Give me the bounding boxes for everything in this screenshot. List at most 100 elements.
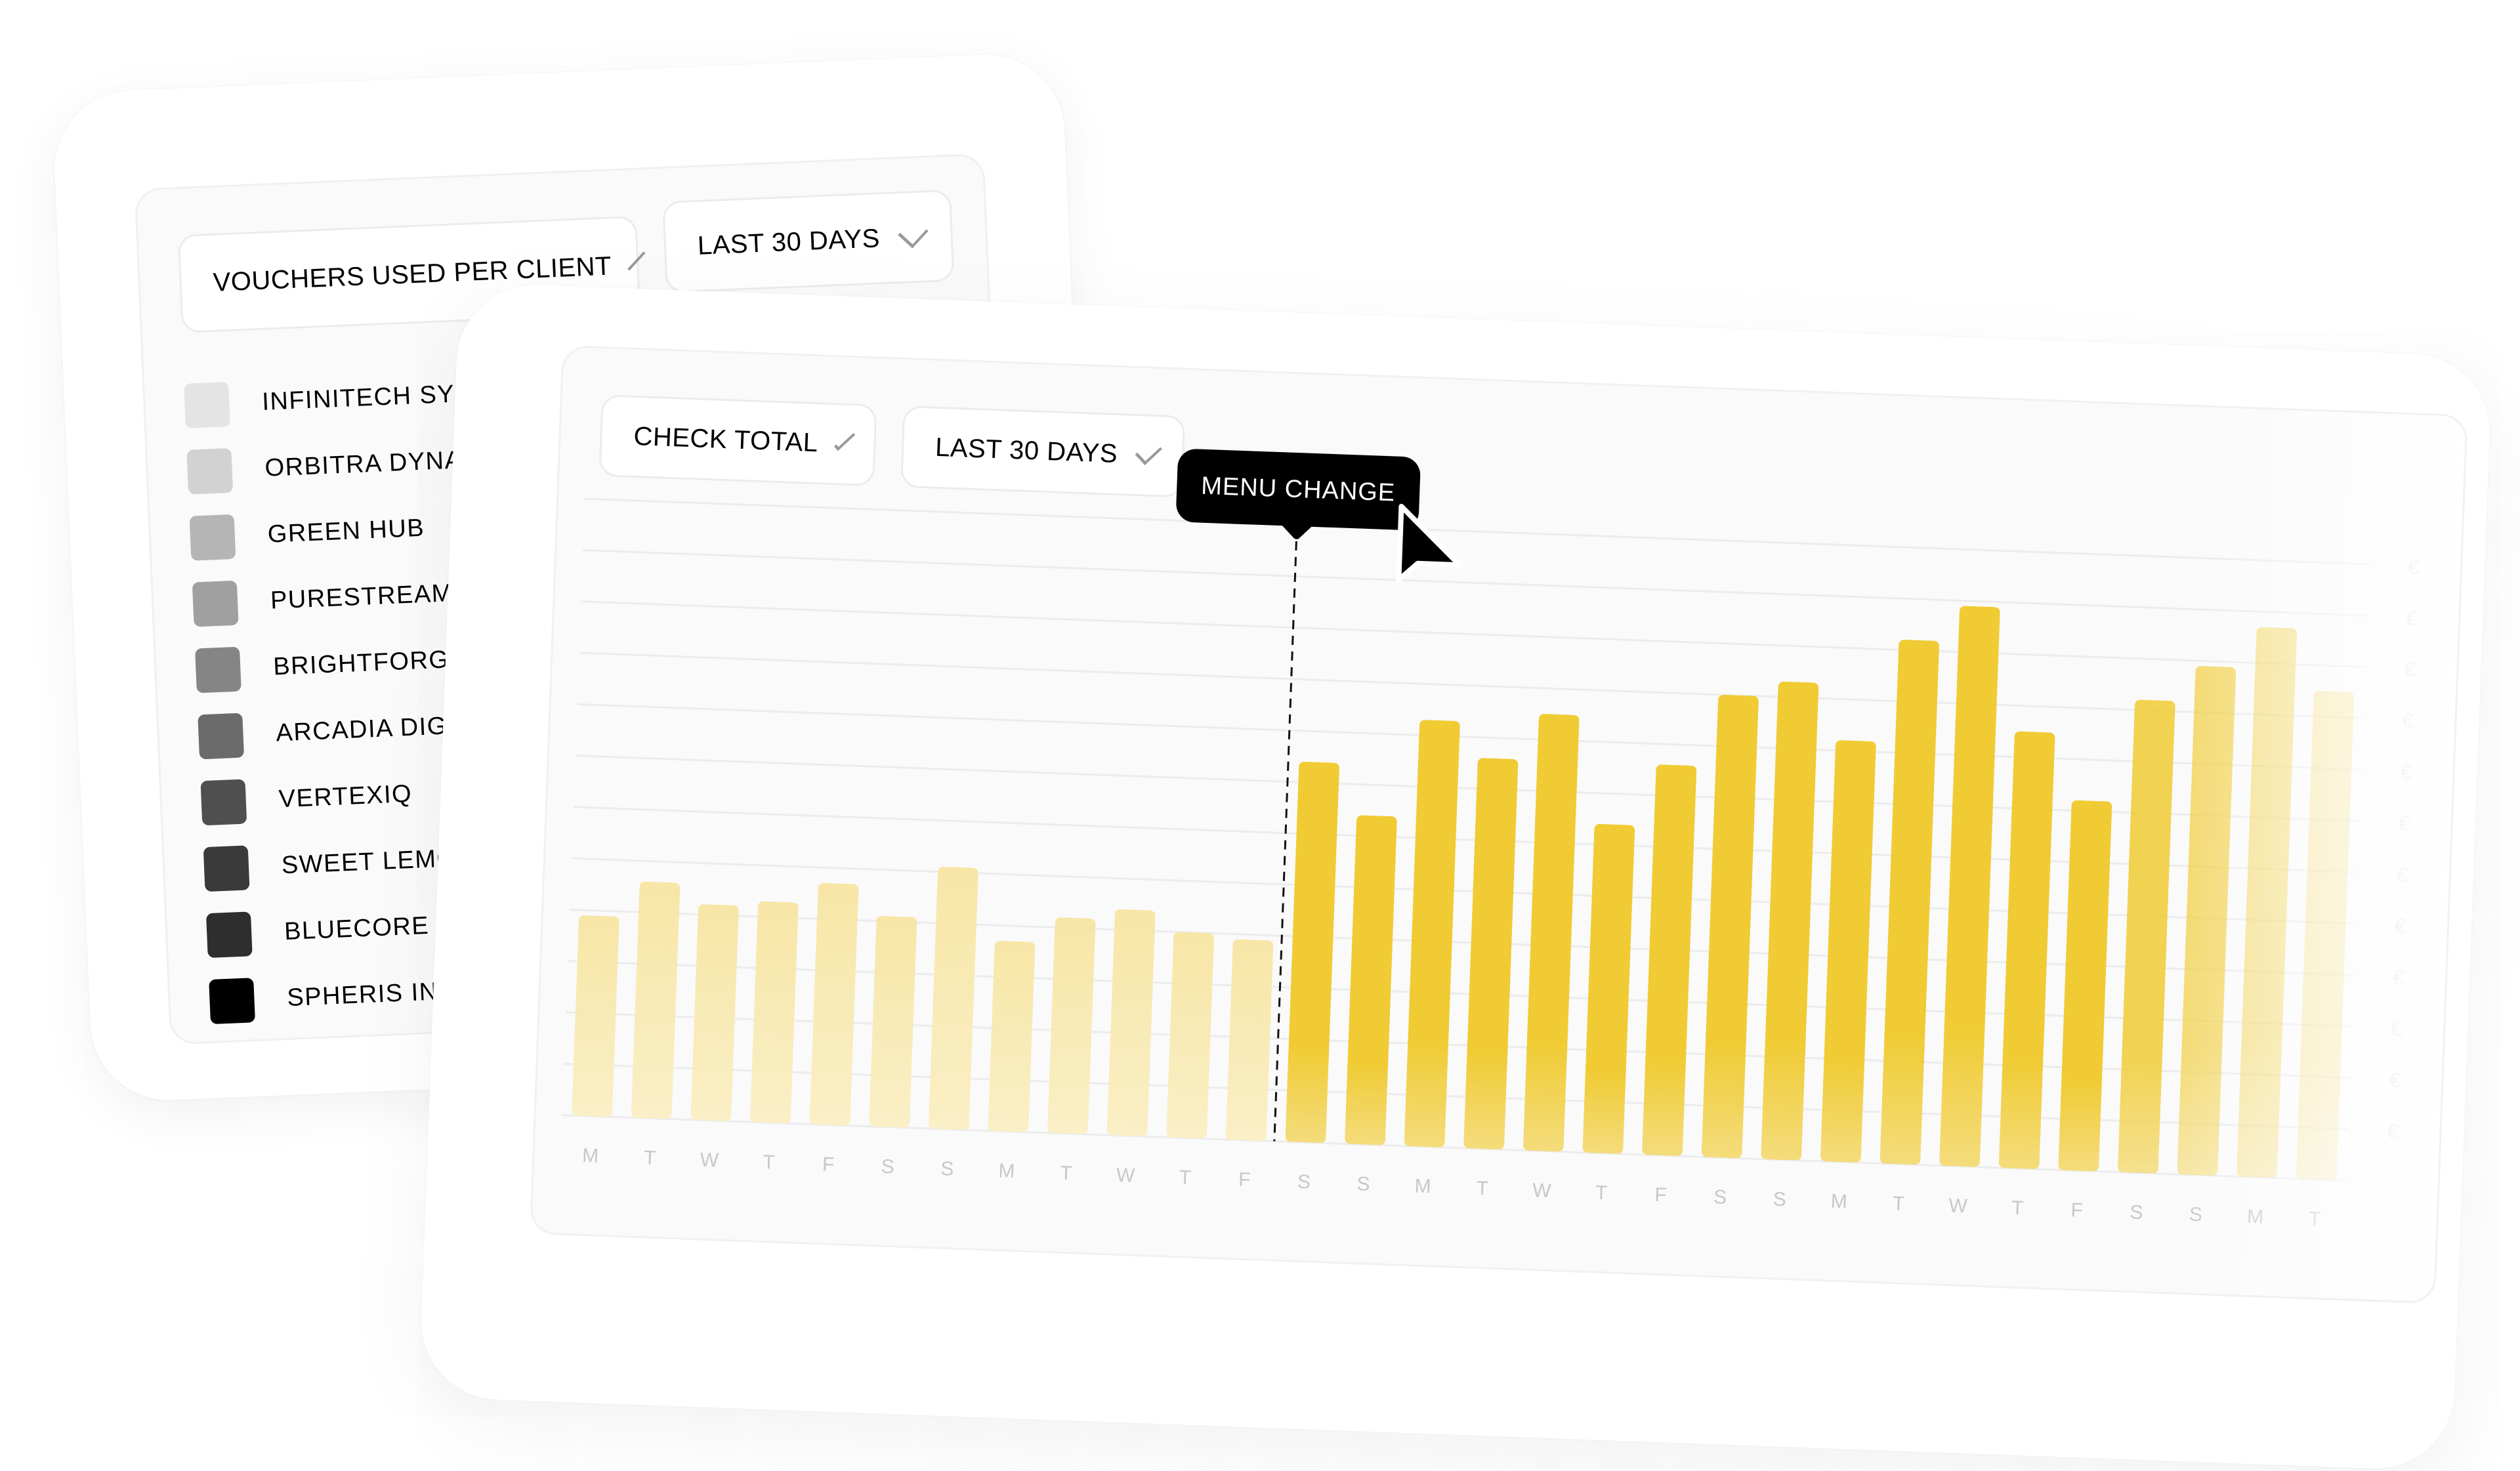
grid-line xyxy=(581,600,2365,668)
legend-swatch xyxy=(200,778,247,825)
x-tick-label: S xyxy=(940,1158,954,1180)
x-tick-label: F xyxy=(1238,1169,1251,1191)
x-tick-label: W xyxy=(1948,1195,1968,1217)
y-tick-label: € xyxy=(2398,812,2410,836)
legend-swatch xyxy=(209,977,255,1024)
y-tick-label: € xyxy=(2407,554,2420,579)
mouse-pointer-icon xyxy=(1396,503,1463,583)
bar-17[interactable] xyxy=(1523,714,1580,1152)
bar-6[interactable] xyxy=(869,916,917,1128)
y-tick-label: € xyxy=(2402,709,2414,733)
legend-swatch xyxy=(186,447,234,495)
x-tick-label: T xyxy=(1476,1178,1489,1200)
bar-2[interactable] xyxy=(631,881,681,1119)
x-tick-label: S xyxy=(1713,1186,1727,1209)
x-tick-label: T xyxy=(644,1147,657,1169)
bar-29[interactable] xyxy=(2236,627,2298,1178)
x-tick-label: M xyxy=(2247,1206,2264,1228)
legend-swatch xyxy=(195,646,242,693)
bar-3[interactable] xyxy=(690,904,739,1121)
x-tick-label: T xyxy=(2308,1208,2321,1230)
tooltip-label: MENU CHANGE xyxy=(1200,472,1396,507)
x-tick-label: W xyxy=(1532,1180,1552,1202)
x-tick-label: M xyxy=(1830,1191,1847,1213)
bar-10[interactable] xyxy=(1106,909,1156,1137)
legend-swatch xyxy=(205,911,253,958)
x-tick-label: S xyxy=(1773,1188,1786,1211)
check-total-panel: € € € € € € € € € € € € M T W T F S S M T W T F S S M T W T F S S M T W T F S S… xyxy=(529,344,2468,1304)
check-total-range-label: LAST 30 DAYS xyxy=(934,432,1118,468)
bar-20[interactable] xyxy=(1701,695,1759,1159)
bar-19[interactable] xyxy=(1642,764,1697,1156)
x-tick-label: T xyxy=(1179,1167,1192,1189)
grid-line xyxy=(583,549,2367,617)
y-tick-label: € xyxy=(2393,965,2405,989)
vouchers-range-dropdown[interactable]: LAST 30 DAYS xyxy=(662,189,955,293)
bar-30[interactable] xyxy=(2296,691,2355,1180)
y-tick-label: € xyxy=(2396,863,2408,887)
grid-line xyxy=(577,703,2361,771)
bar-16[interactable] xyxy=(1463,758,1519,1150)
bar-13[interactable] xyxy=(1285,762,1339,1144)
chevron-down-icon xyxy=(1135,438,1162,465)
x-tick-label: F xyxy=(2070,1199,2084,1222)
vouchers-range-label: LAST 30 DAYS xyxy=(697,223,881,260)
x-tick-label: F xyxy=(822,1153,835,1176)
check-total-metric-label: CHECK TOTAL xyxy=(633,421,819,458)
legend-swatch xyxy=(189,514,236,561)
x-tick-label: S xyxy=(1356,1173,1370,1195)
bar-18[interactable] xyxy=(1582,823,1635,1154)
y-tick-label: € xyxy=(2387,1119,2399,1144)
grid-line xyxy=(584,497,2369,566)
x-tick-label: W xyxy=(700,1149,719,1171)
x-tick-label: M xyxy=(998,1160,1015,1182)
grid-line xyxy=(579,652,2363,720)
legend-label: GREEN HUB xyxy=(266,514,425,549)
x-tick-label: S xyxy=(881,1155,894,1178)
x-tick-label: S xyxy=(2189,1204,2202,1226)
x-tick-label: M xyxy=(1414,1175,1431,1197)
y-tick-label: € xyxy=(2400,760,2412,784)
y-tick-label: € xyxy=(2406,606,2418,630)
chevron-down-icon xyxy=(627,251,646,271)
check-total-metric-dropdown[interactable]: CHECK TOTAL xyxy=(598,394,877,487)
y-tick-label: € xyxy=(2391,1017,2403,1041)
bar-1[interactable] xyxy=(572,915,620,1117)
chevron-down-icon xyxy=(833,430,856,451)
y-tick-label: € xyxy=(2389,1068,2401,1092)
bar-9[interactable] xyxy=(1047,917,1096,1134)
x-tick-label: T xyxy=(1595,1182,1608,1204)
bar-28[interactable] xyxy=(2177,666,2236,1176)
x-tick-label: M xyxy=(582,1145,599,1167)
bar-21[interactable] xyxy=(1761,681,1819,1161)
check-total-range-dropdown[interactable]: LAST 30 DAYS xyxy=(900,405,1186,498)
legend-swatch xyxy=(184,381,230,428)
check-total-card: € € € € € € € € € € € € M T W T F S S M T W T F S S M T W T F S S M T W T F S S… xyxy=(418,282,2492,1471)
bar-8[interactable] xyxy=(988,941,1036,1132)
bar-15[interactable] xyxy=(1404,720,1460,1148)
bar-27[interactable] xyxy=(2118,699,2175,1174)
legend-swatch xyxy=(192,580,239,627)
x-tick-label: W xyxy=(1116,1165,1135,1187)
x-tick-label: T xyxy=(1060,1162,1073,1184)
bar-24[interactable] xyxy=(1939,606,2000,1167)
bar-11[interactable] xyxy=(1166,932,1214,1139)
legend-label: VERTEXIQ xyxy=(278,779,413,814)
x-tick-label: T xyxy=(763,1151,776,1174)
y-tick-label: € xyxy=(2394,914,2406,938)
legend-label: BLUECORE xyxy=(284,911,430,946)
x-tick-label: T xyxy=(1892,1193,1905,1215)
bar-12[interactable] xyxy=(1226,939,1274,1141)
x-tick-label: T xyxy=(2011,1197,2024,1220)
bar-25[interactable] xyxy=(1998,731,2055,1169)
bar-4[interactable] xyxy=(750,901,799,1124)
bar-22[interactable] xyxy=(1820,740,1876,1163)
x-tick-label: S xyxy=(2130,1201,2143,1224)
legend-swatch xyxy=(198,713,245,759)
bar-23[interactable] xyxy=(1880,640,1940,1165)
bar-26[interactable] xyxy=(2058,800,2112,1172)
bar-14[interactable] xyxy=(1345,815,1397,1146)
check-total-chart: € € € € € € € € € € € € M T W T F S S M T W T F S S M T W T F S S M T W T F S S… xyxy=(562,497,2420,1230)
bar-7[interactable] xyxy=(929,867,978,1130)
x-tick-label: F xyxy=(1654,1184,1668,1207)
